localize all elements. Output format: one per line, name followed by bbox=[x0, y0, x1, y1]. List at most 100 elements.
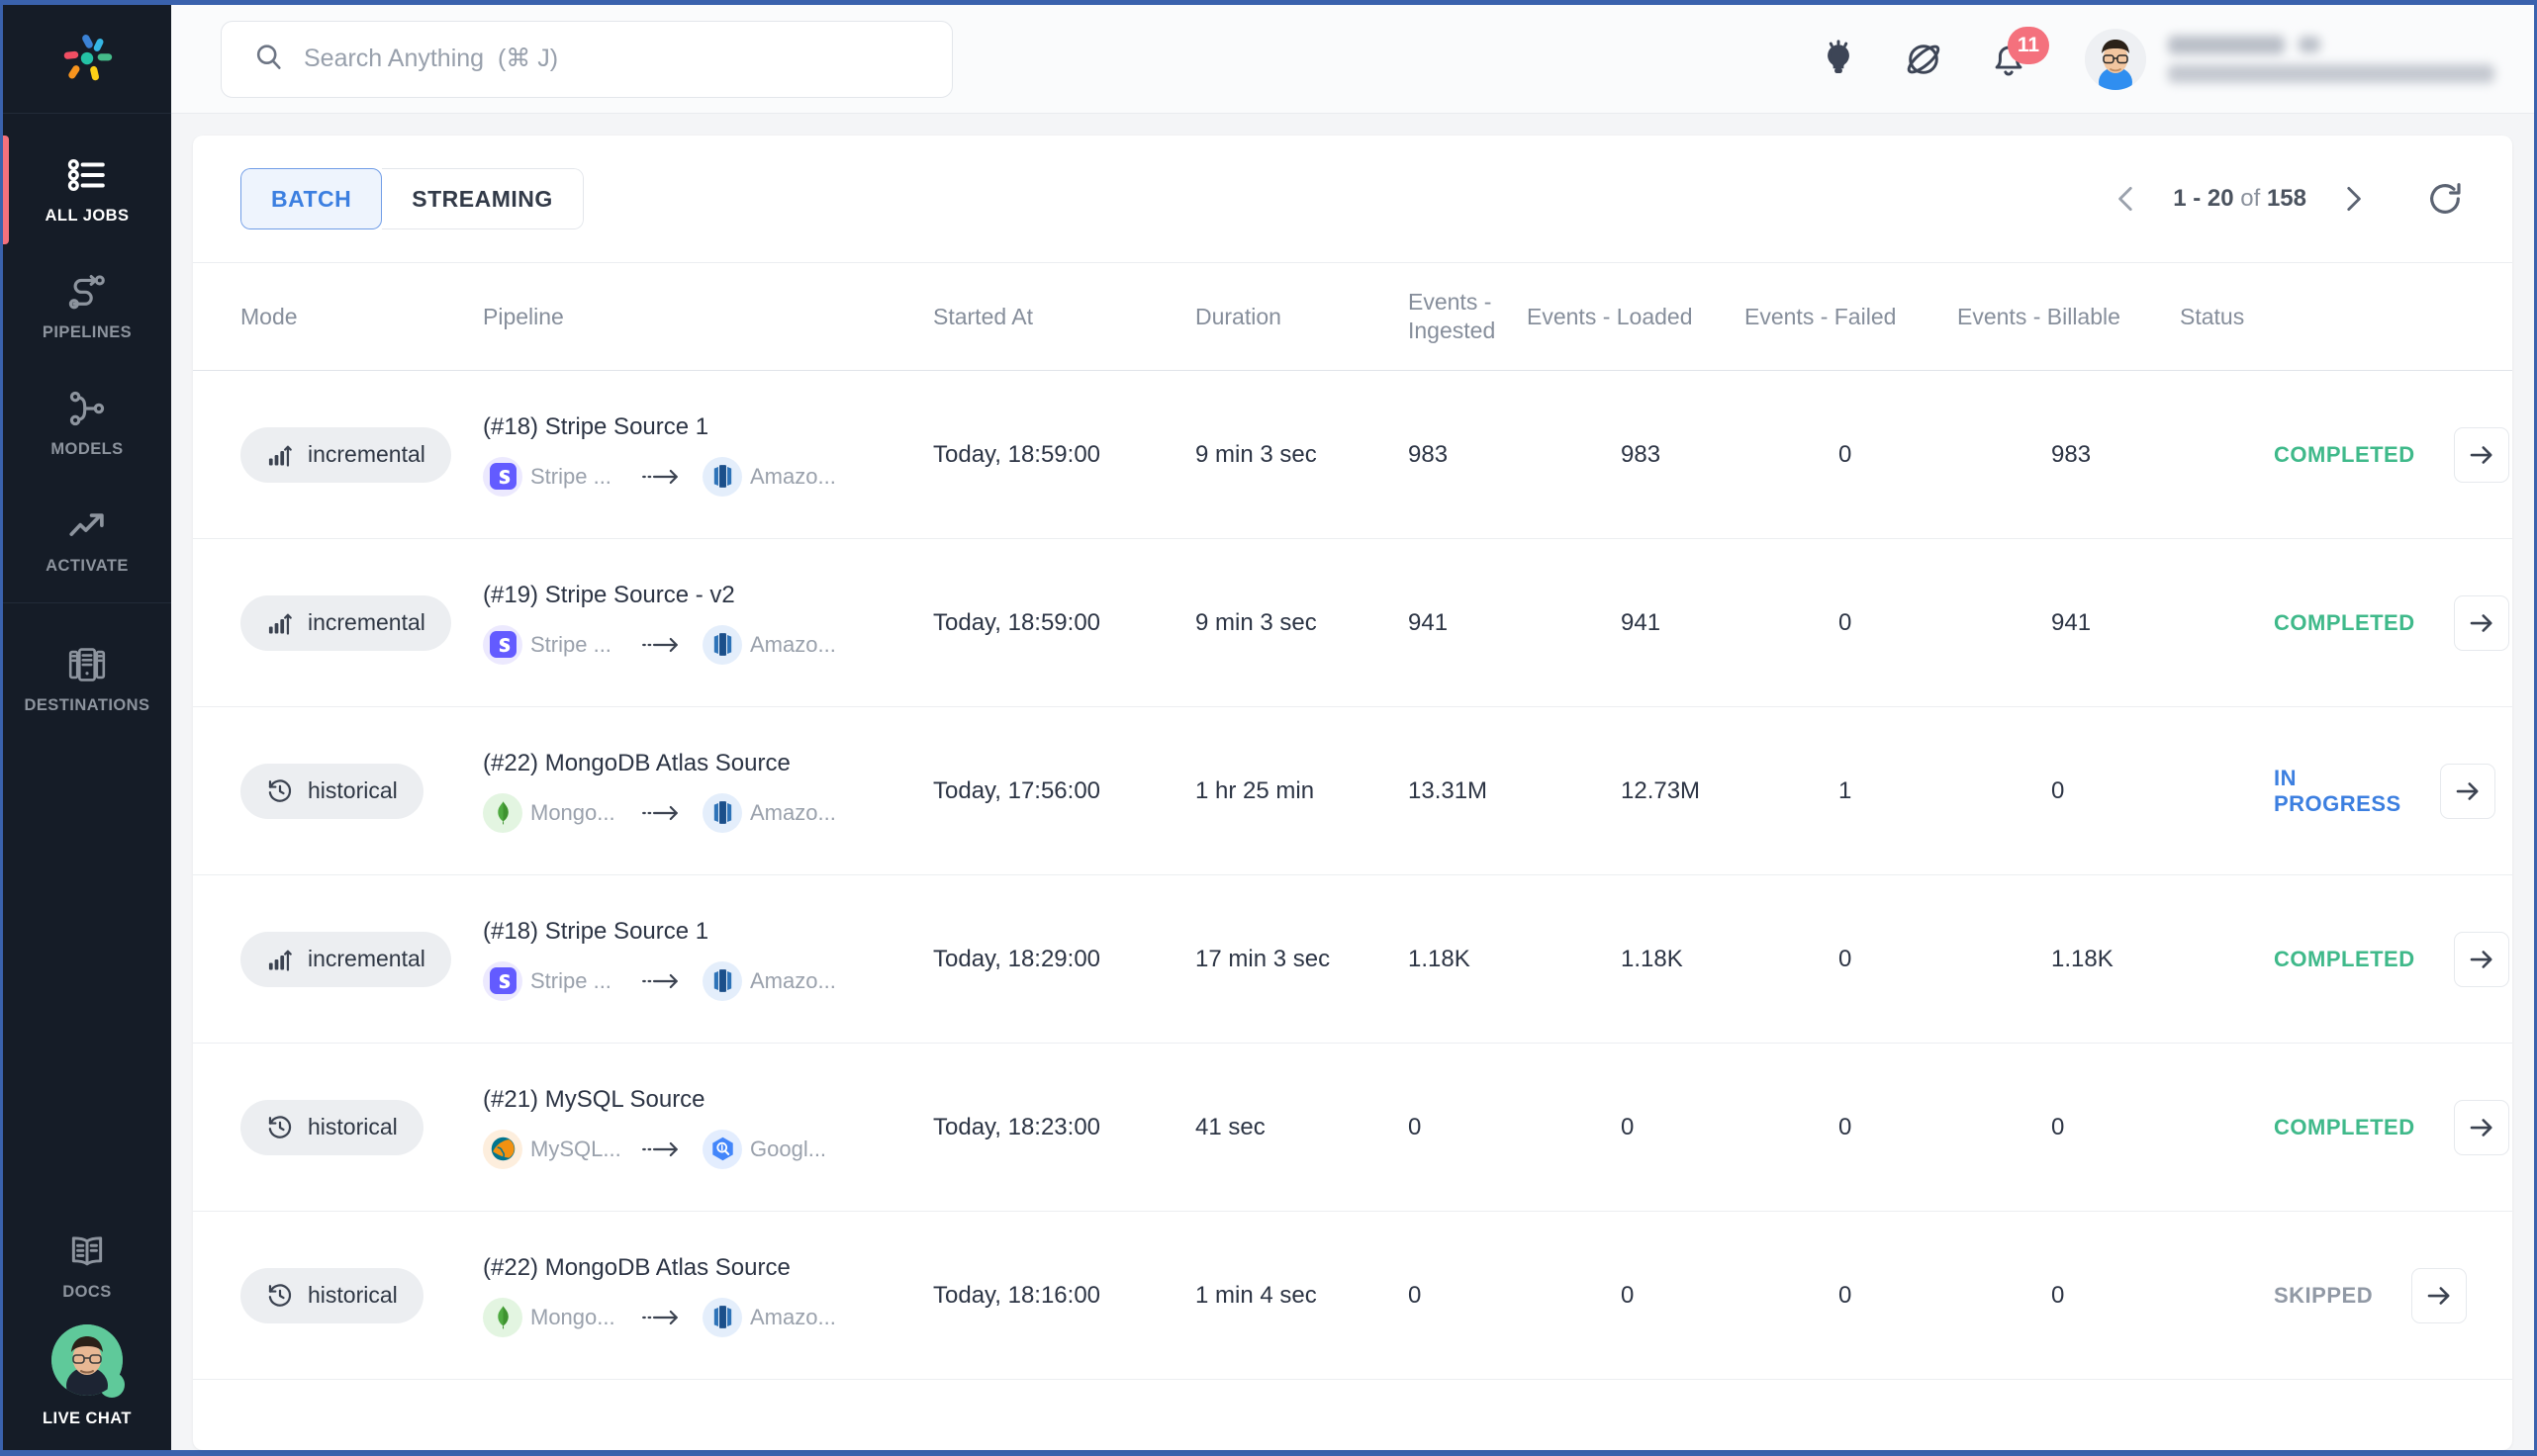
search-bar[interactable] bbox=[221, 20, 953, 98]
cell-pipeline: (#18) Stripe Source 1 Stripe ... Amazo..… bbox=[483, 413, 933, 497]
cell-mode: historical bbox=[240, 1099, 483, 1155]
sidebar-item-label: ALL JOBS bbox=[45, 207, 130, 225]
cell-events-billable: 0 bbox=[2051, 776, 2065, 804]
amazon-redshift-icon bbox=[703, 456, 742, 497]
server-rack-icon bbox=[66, 644, 108, 685]
cell-events-ingested: 941 bbox=[1408, 608, 1449, 636]
bar-chart-up-icon bbox=[266, 441, 294, 469]
source-label: Mongo... bbox=[530, 799, 615, 825]
arrow-right-icon bbox=[2453, 776, 2483, 806]
history-clock-icon bbox=[266, 1114, 294, 1141]
pipeline-name: (#22) MongoDB Atlas Source bbox=[483, 749, 791, 776]
sidebar-nav-secondary: DESTINATIONS bbox=[3, 602, 171, 738]
cell-pipeline: (#18) Stripe Source 1 Stripe ... Amazo..… bbox=[483, 918, 933, 1001]
table-row[interactable]: incremental (#19) Stripe Source - v2 Str… bbox=[193, 539, 2512, 707]
user-menu[interactable] bbox=[2085, 28, 2494, 90]
previous-page-icon[interactable] bbox=[2110, 182, 2143, 216]
cell-started-at: Today, 18:59:00 bbox=[933, 440, 1101, 468]
tab-batch[interactable]: BATCH bbox=[240, 168, 383, 229]
arrow-right-icon bbox=[2467, 608, 2496, 638]
table-body: incremental (#18) Stripe Source 1 Stripe… bbox=[193, 371, 2512, 1380]
cell-actions bbox=[2415, 594, 2509, 651]
column-header-events-ingested: Events - Ingested bbox=[1408, 289, 1496, 343]
amazon-redshift-icon bbox=[703, 1297, 742, 1337]
sidebar-item-pipelines[interactable]: PIPELINES bbox=[3, 248, 171, 365]
destination-label: Amazo... bbox=[750, 967, 836, 993]
table-row[interactable]: historical (#22) MongoDB Atlas Source Mo… bbox=[193, 707, 2512, 875]
table-row-partial bbox=[193, 1380, 2512, 1450]
cell-events-ingested: 983 bbox=[1408, 440, 1449, 468]
user-identity bbox=[2168, 35, 2494, 83]
search-input[interactable] bbox=[304, 45, 920, 73]
table-row[interactable]: incremental (#18) Stripe Source 1 Stripe… bbox=[193, 875, 2512, 1044]
open-job-button[interactable] bbox=[2439, 763, 2495, 819]
source-label: MySQL... bbox=[530, 1136, 621, 1161]
sidebar-item-destinations[interactable]: DESTINATIONS bbox=[3, 621, 171, 738]
amazon-redshift-icon bbox=[703, 624, 742, 665]
sidebar-item-all-jobs[interactable]: ALL JOBS bbox=[3, 132, 171, 248]
mode-badge: incremental bbox=[240, 426, 451, 483]
pipeline-icon bbox=[66, 271, 108, 313]
app-root: ALL JOBS PIPELINES MODELS ACTIVATE DESTI… bbox=[3, 5, 2534, 1450]
open-job-button[interactable] bbox=[2453, 426, 2509, 483]
open-job-button[interactable] bbox=[2411, 1267, 2468, 1323]
pipeline-flow: Stripe ... Amazo... bbox=[483, 624, 933, 665]
planet-icon[interactable] bbox=[1903, 39, 1944, 80]
sidebar-item-docs[interactable]: DOCS bbox=[3, 1208, 171, 1324]
live-chat-button[interactable]: LIVE CHAT bbox=[3, 1324, 171, 1450]
column-header-mode: Mode bbox=[240, 303, 298, 329]
cell-events-loaded: 941 bbox=[1621, 608, 1661, 636]
open-job-button[interactable] bbox=[2453, 1099, 2509, 1155]
pipeline-name: (#18) Stripe Source 1 bbox=[483, 917, 709, 945]
tab-streaming[interactable]: STREAMING bbox=[382, 168, 584, 229]
destination-label: Amazo... bbox=[750, 1304, 836, 1329]
app-logo[interactable] bbox=[3, 5, 171, 114]
status-badge: COMPLETED bbox=[2274, 1114, 2415, 1139]
cell-events-billable: 983 bbox=[2051, 440, 2092, 468]
bell-icon[interactable]: 11 bbox=[1988, 26, 2049, 80]
cell-mode: incremental bbox=[240, 931, 483, 987]
google-bigquery-icon bbox=[703, 1129, 742, 1169]
open-job-button[interactable] bbox=[2453, 931, 2509, 987]
destination-label: Amazo... bbox=[750, 463, 836, 489]
cell-mode: historical bbox=[240, 1267, 483, 1323]
cell-pipeline: (#21) MySQL Source MySQL... Googl... bbox=[483, 1086, 933, 1169]
table-row[interactable]: incremental (#18) Stripe Source 1 Stripe… bbox=[193, 371, 2512, 539]
sidebar-nav-primary: ALL JOBS PIPELINES MODELS ACTIVATE bbox=[3, 114, 171, 598]
arrow-right-icon bbox=[2467, 945, 2496, 974]
sidebar-item-models[interactable]: MODELS bbox=[3, 365, 171, 482]
bar-chart-up-icon bbox=[266, 946, 294, 973]
cell-status: COMPLETED bbox=[2274, 1115, 2415, 1140]
flow-arrow-icon bbox=[641, 1305, 693, 1330]
pipeline-destination: Amazo... bbox=[703, 792, 851, 833]
cell-events-loaded: 12.73M bbox=[1621, 776, 1701, 804]
cell-actions bbox=[2415, 931, 2509, 987]
pipeline-destination: Amazo... bbox=[703, 624, 851, 665]
table-row[interactable]: historical (#22) MongoDB Atlas Source Mo… bbox=[193, 1212, 2512, 1380]
table-row[interactable]: historical (#21) MySQL Source MySQL... G… bbox=[193, 1044, 2512, 1212]
cell-events-billable: 941 bbox=[2051, 608, 2092, 636]
mode-badge: historical bbox=[240, 1099, 423, 1155]
status-badge: COMPLETED bbox=[2274, 946, 2415, 971]
sidebar-item-activate[interactable]: ACTIVATE bbox=[3, 482, 171, 598]
open-job-button[interactable] bbox=[2453, 594, 2509, 651]
stripe-icon bbox=[483, 456, 522, 497]
avatar bbox=[2085, 28, 2146, 90]
next-page-icon[interactable] bbox=[2336, 182, 2370, 216]
cell-pipeline: (#22) MongoDB Atlas Source Mongo... Amaz… bbox=[483, 1254, 933, 1337]
main-area: 11 bbox=[171, 5, 2534, 1450]
cell-status: COMPLETED bbox=[2274, 442, 2415, 468]
cell-events-failed: 0 bbox=[1838, 440, 1852, 468]
cell-events-billable: 1.18K bbox=[2051, 945, 2114, 972]
cell-started-at: Today, 17:56:00 bbox=[933, 776, 1101, 804]
cell-events-failed: 0 bbox=[1838, 945, 1852, 972]
mode-label: historical bbox=[308, 1282, 398, 1308]
cell-started-at: Today, 18:23:00 bbox=[933, 1113, 1101, 1140]
cell-duration: 9 min 3 sec bbox=[1195, 608, 1317, 636]
bar-chart-up-icon bbox=[266, 609, 294, 637]
refresh-icon[interactable] bbox=[2425, 179, 2465, 219]
cell-actions bbox=[2373, 1267, 2468, 1323]
cell-status: IN PROGRESS bbox=[2274, 766, 2401, 817]
cell-actions bbox=[2415, 1099, 2509, 1155]
lightbulb-icon[interactable] bbox=[1818, 39, 1859, 80]
